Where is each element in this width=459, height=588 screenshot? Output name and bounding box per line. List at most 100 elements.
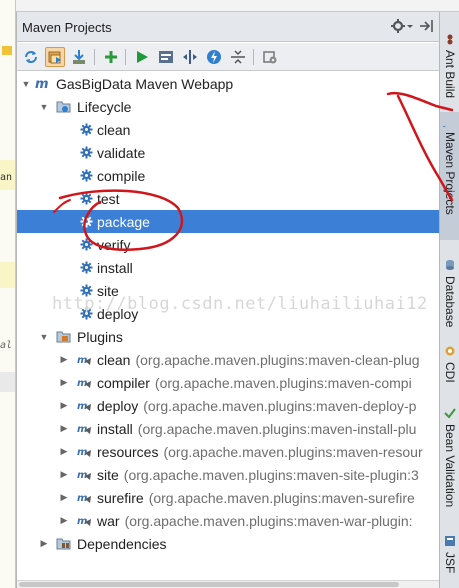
expanded-arrow-icon[interactable]: ▼ [21,79,31,89]
plugin-icon: m [77,490,92,505]
plugin-artifact: (org.apache.maven.plugins:maven-install-… [137,420,417,437]
svg-text:m: m [77,516,87,527]
collapsed-arrow-icon[interactable]: ▶ [59,354,69,365]
plugin-icon: m [77,421,92,436]
phase-label: test [97,190,120,207]
tool-window-strip: Ant Build m Maven Projects Database CDI … [439,12,459,588]
generate-sources-icon[interactable] [45,47,65,67]
tree-node-plugins[interactable]: ▼ Plugins [17,325,440,348]
folder-dependencies-icon [56,536,71,551]
plugin-name: clean [97,351,131,368]
goal-gear-icon [79,237,94,252]
plugin-icon: m [77,375,92,390]
tree-node-phase-test[interactable]: test [17,187,440,210]
tree-node-phase-verify[interactable]: verify [17,233,440,256]
collapsed-arrow-icon[interactable]: ▶ [59,469,69,480]
phase-label: verify [97,236,131,253]
execute-goal-icon[interactable] [156,47,176,67]
collapsed-arrow-icon[interactable]: ▶ [59,377,69,388]
tree-node-plugin-site[interactable]: ▶ m site (org.apache.maven.plugins:maven-si… [17,463,440,486]
plugins-label: Plugins [77,328,123,345]
lifecycle-label: Lifecycle [77,98,132,115]
goal-gear-icon [79,191,94,206]
toolbar-separator [94,49,95,65]
tree-node-phase-compile[interactable]: compile [17,164,440,187]
phase-label: install [97,259,133,276]
collapsed-arrow-icon[interactable]: ▶ [39,538,49,549]
phase-label: validate [97,144,146,161]
tree-node-project[interactable]: ▼ m GasBigData Maven Webapp [17,72,440,95]
tree-node-phase-install[interactable]: install [17,256,440,279]
skip-tests-icon[interactable] [204,47,224,67]
tree-node-phase-deploy[interactable]: deploy [17,302,440,325]
panel-header: Maven Projects [17,12,440,42]
refresh-icon[interactable] [21,47,41,67]
tab-bean-validation[interactable]: Bean Validation [440,404,459,522]
tree-node-plugin-resources[interactable]: ▶ m resources (org.apache.maven.plugins:mav… [17,440,440,463]
tab-label: Database [443,276,457,328]
collapsed-arrow-icon[interactable]: ▶ [59,446,69,457]
svg-text:m: m [77,424,87,435]
editor-text-fragment: al [0,340,13,351]
jsf-icon [443,534,457,548]
tab-label: Bean Validation [443,424,457,508]
tab-jsf[interactable]: JSF [440,532,459,578]
tree-node-plugin-war[interactable]: ▶ m war (org.apache.maven.plugins:maven-war… [17,509,440,532]
collapsed-arrow-icon[interactable]: ▶ [59,423,69,434]
ant-icon [443,32,457,46]
expanded-arrow-icon[interactable]: ▼ [39,332,49,342]
expanded-arrow-icon[interactable]: ▼ [39,102,49,112]
tab-label: Ant Build [443,50,457,99]
editor-marker [2,46,12,55]
collapse-all-icon[interactable] [228,47,248,67]
plugin-name: war [97,512,120,529]
maven-icon: m [443,114,457,128]
plugin-name: resources [97,443,159,460]
tree-node-phase-site[interactable]: site [17,279,440,302]
collapsed-arrow-icon[interactable]: ▶ [59,492,69,503]
plugin-artifact: (org.apache.maven.plugins:maven-deploy-p [143,397,417,414]
hide-panel-icon[interactable] [419,18,435,34]
collapsed-arrow-icon[interactable]: ▶ [59,515,69,526]
tree-node-plugin-surefire[interactable]: ▶ m surefire (org.apache.maven.plugins:mave… [17,486,440,509]
tree-node-phase-clean[interactable]: clean [17,118,440,141]
tree-node-plugin-compiler[interactable]: ▶ m compiler (org.apache.maven.plugins:mave… [17,371,440,394]
phase-label: compile [97,167,146,184]
plugin-name: surefire [97,489,144,506]
tree-node-plugin-install[interactable]: ▶ m install (org.apache.maven.plugins:maven… [17,417,440,440]
toolbar-separator [253,49,254,65]
collapsed-arrow-icon[interactable]: ▶ [59,400,69,411]
tree-node-phase-validate[interactable]: validate [17,141,440,164]
gear-icon[interactable] [391,18,413,34]
editor-highlight [0,262,15,288]
run-icon[interactable] [132,47,152,67]
plugin-name: deploy [97,397,139,414]
scrollbar-thumb[interactable] [19,582,399,587]
tab-maven-projects[interactable]: m Maven Projects [440,112,459,240]
add-icon[interactable] [101,47,121,67]
tab-cdi[interactable]: CDI [440,342,459,392]
toggle-offline-icon[interactable] [180,47,200,67]
tab-ant-build[interactable]: Ant Build [440,30,459,106]
tree-node-lifecycle[interactable]: ▼ Lifecycle [17,95,440,118]
goal-gear-icon [79,283,94,298]
tree-node-dependencies[interactable]: ▶ Dependencies [17,532,440,555]
plugin-artifact: (org.apache.maven.plugins:maven-war-plug… [124,512,413,529]
window-top-edge [0,0,459,12]
tree-node-plugin-clean[interactable]: ▶ m clean (org.apache.maven.plugins:maven-c… [17,348,440,371]
tab-database[interactable]: Database [440,256,459,332]
goal-gear-icon [79,214,94,229]
dependencies-label: Dependencies [77,535,167,552]
goal-gear-icon [79,306,94,321]
tab-label: JSF [443,552,457,574]
project-name: GasBigData Maven Webapp [56,75,234,92]
plugin-artifact: (org.apache.maven.plugins:maven-clean-pl… [135,351,420,368]
tree-node-plugin-deploy[interactable]: ▶ m deploy (org.apache.maven.plugins:maven-… [17,394,440,417]
download-icon[interactable] [69,47,89,67]
svg-text:m: m [77,493,87,504]
svg-text:m: m [77,470,87,481]
settings-icon[interactable] [260,47,280,67]
tree-node-phase-package[interactable]: package [17,210,440,233]
folder-gear-icon [56,99,71,114]
horizontal-scrollbar[interactable] [17,580,440,588]
